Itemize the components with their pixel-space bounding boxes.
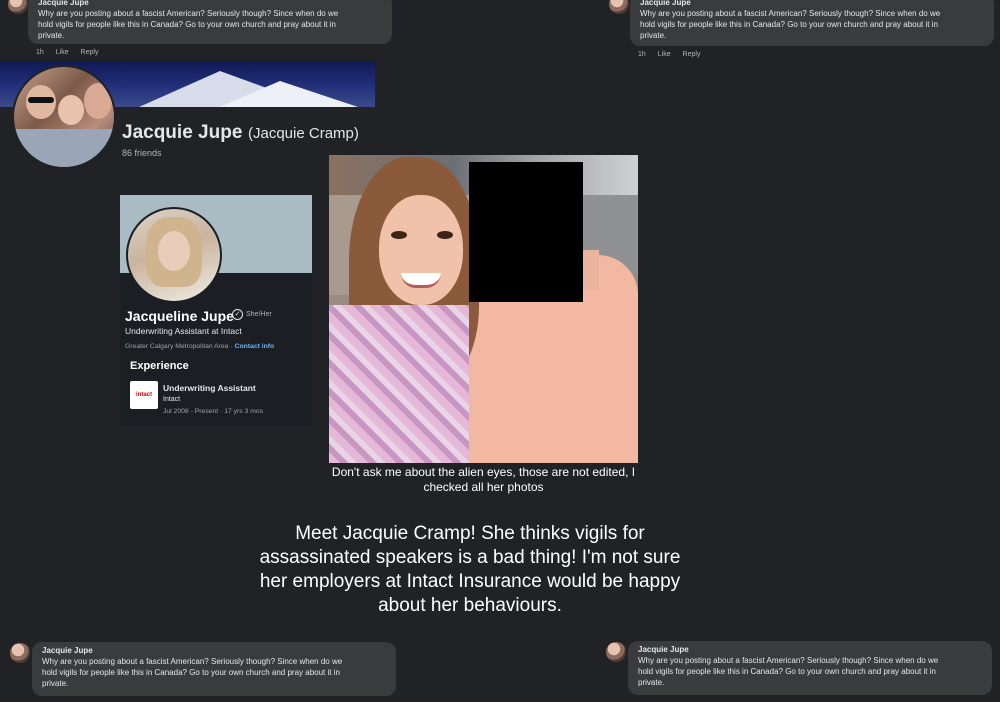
comment-time: 1h (638, 51, 646, 58)
linkedin-avatar[interactable] (126, 207, 222, 303)
photo-caption: Don't ask me about the alien eyes, those… (331, 465, 636, 494)
comment-bubble: Jacquie Jupe Why are you posting about a… (628, 641, 992, 695)
linkedin-profile-card: Jacqueline Jupe ✓ She/Her Underwriting A… (120, 195, 312, 425)
contact-info-link[interactable]: Contact info (235, 343, 275, 350)
sunglasses (28, 97, 54, 103)
comment-text-line-3: private. (38, 31, 65, 40)
comment-avatar[interactable] (10, 643, 30, 663)
comment-text-line-2: hold vigils for people like this in Cana… (38, 20, 336, 29)
friends-count[interactable]: 86 friends (122, 148, 162, 158)
comment-bubble: Jacquie Jupe Why are you posting about a… (28, 0, 392, 44)
comment-text-line-2: hold vigils for people like this in Cana… (42, 668, 340, 677)
comment-time: 1h (36, 49, 44, 56)
comment-text-line-3: private. (638, 678, 665, 687)
comment-text-line-1: Why are you posting about a fascist Amer… (38, 9, 339, 18)
comment-text-line-2: hold vigils for people like this in Cana… (640, 20, 938, 29)
like-button[interactable]: Like (56, 49, 69, 56)
linkedin-pronouns: She/Her (246, 311, 272, 318)
comment-text-line-1: Why are you posting about a fascist Amer… (42, 657, 343, 666)
comment-text-line-2: hold vigils for people like this in Cana… (638, 667, 936, 676)
job-title: Underwriting Assistant (163, 383, 256, 393)
mountain-shape (210, 81, 370, 107)
like-button[interactable]: Like (658, 51, 671, 58)
comment-bubble: Jacquie Jupe Why are you posting about a… (32, 642, 396, 696)
job-dates: Jul 2008 - Present · 17 yrs 3 mos (163, 408, 264, 415)
reply-button[interactable]: Reply (81, 49, 99, 56)
company-name: Intact (163, 396, 181, 403)
comment-text-line-3: private. (42, 679, 69, 688)
profile-name[interactable]: Jacquie Jupe (122, 122, 242, 144)
censor-box (469, 162, 583, 302)
location-text: Greater Calgary Metropolitan Area · (125, 343, 235, 350)
comment-actions: 1h Like Reply (638, 51, 710, 58)
linkedin-name: Jacqueline Jupe (125, 308, 234, 324)
comment-author[interactable]: Jacquie Jupe (42, 646, 386, 656)
comment-actions: 1h Like Reply (36, 49, 108, 56)
comment-author[interactable]: Jacquie Jupe (38, 0, 382, 8)
comment-avatar[interactable] (609, 0, 629, 14)
comment-author[interactable]: Jacquie Jupe (640, 0, 984, 8)
comment-text-line-1: Why are you posting about a fascist Amer… (640, 9, 941, 18)
comment-avatar[interactable] (606, 642, 626, 662)
comment-text-line-1: Why are you posting about a fascist Amer… (638, 656, 939, 665)
linkedin-location: Greater Calgary Metropolitan Area · Cont… (125, 343, 274, 350)
headline-text: Meet Jacquie Cramp! She thinks vigils fo… (259, 523, 681, 616)
intact-logo[interactable]: intact (130, 381, 158, 409)
profile-avatar[interactable] (12, 65, 116, 169)
profile-photo (329, 155, 638, 463)
verified-badge-icon: ✓ (232, 309, 243, 320)
linkedin-headline: Underwriting Assistant at Intact (125, 326, 242, 336)
reply-button[interactable]: Reply (683, 51, 701, 58)
floral-top (329, 305, 469, 463)
comment-avatar[interactable] (8, 0, 28, 14)
experience-heading: Experience (130, 360, 189, 372)
comment-text-line-3: private. (640, 31, 667, 40)
profile-alternate-name: (Jacquie Cramp) (248, 125, 359, 142)
comment-bubble: Jacquie Jupe Why are you posting about a… (630, 0, 994, 46)
comment-author[interactable]: Jacquie Jupe (638, 645, 982, 655)
